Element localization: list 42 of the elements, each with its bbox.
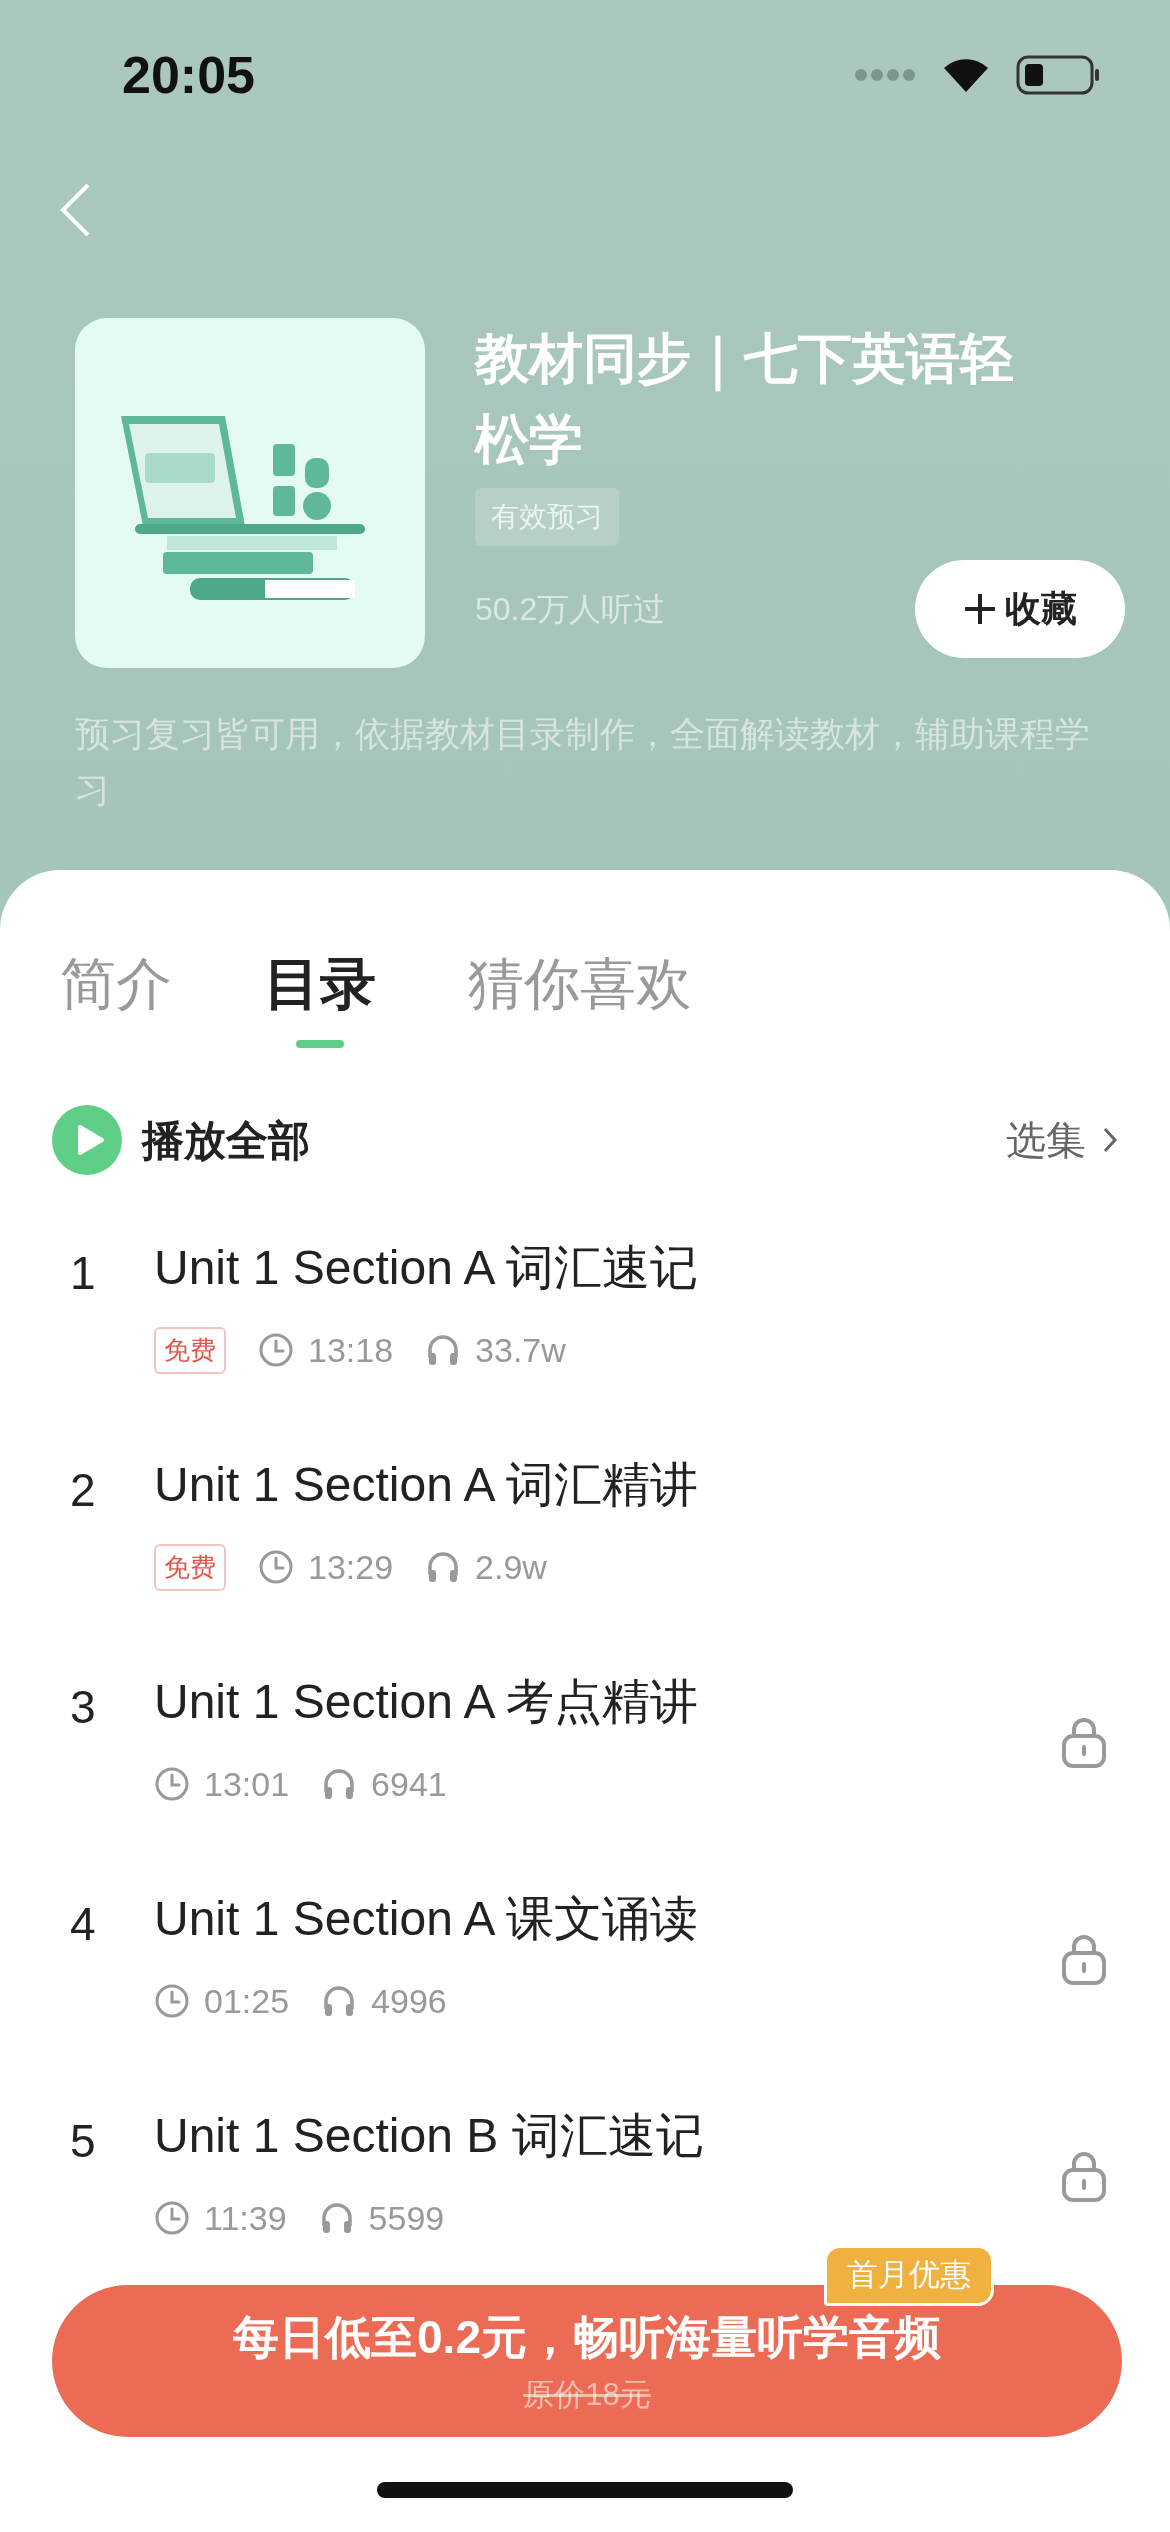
select-episodes-link[interactable]: 选集 <box>1006 1110 1118 1170</box>
plus-icon <box>963 592 997 626</box>
episode-title[interactable]: Unit 1 Section B 词汇速记 <box>154 2107 704 2165</box>
episode-number: 3 <box>69 1680 97 1736</box>
play-count: 33.7w <box>475 1329 566 1371</box>
play-icon[interactable] <box>52 1105 122 1175</box>
episode-number: 4 <box>69 1897 97 1953</box>
chevron-icon <box>1102 1126 1118 1154</box>
play-count: 5599 <box>368 2197 445 2239</box>
status-time: 20:05 <box>122 45 255 106</box>
clock-icon <box>154 1983 190 2020</box>
collect-button[interactable]: 收藏 <box>915 560 1125 658</box>
tab-indicator <box>296 1040 344 1048</box>
clock-icon <box>154 1766 190 1803</box>
clock-icon <box>258 1549 294 1586</box>
course-title: 教材同步｜七下英语轻松学 <box>475 327 1015 471</box>
free-tag: 免费 <box>154 1326 226 1374</box>
episode-title[interactable]: Unit 1 Section A 词汇精讲 <box>154 1456 699 1514</box>
clock-icon <box>258 1332 294 1369</box>
episode-title[interactable]: Unit 1 Section A 课文诵读 <box>154 1890 699 1948</box>
episode-duration: 11:39 <box>204 2197 287 2239</box>
clock-icon <box>154 2200 190 2237</box>
play-count: 6941 <box>371 1763 447 1805</box>
discount-badge: 首月优惠 <box>824 2245 994 2306</box>
tab[interactable]: 目录 <box>264 942 376 1070</box>
play-all-label[interactable]: 播放全部 <box>142 1108 310 1172</box>
episode-duration: 13:18 <box>308 1329 394 1371</box>
battery-icon <box>1016 55 1100 95</box>
episode-duration: 01:25 <box>204 1980 290 2022</box>
episode-duration: 13:29 <box>308 1546 394 1588</box>
back-icon[interactable] <box>58 182 92 238</box>
play-count: 2.9w <box>475 1546 547 1588</box>
episode-number: 2 <box>69 1463 97 1519</box>
episode-number: 5 <box>69 2114 97 2170</box>
episode-number: 1 <box>69 1246 97 1302</box>
episode-title[interactable]: Unit 1 Section A 考点精讲 <box>154 1673 699 1731</box>
original-price: 原价18元 <box>522 2376 652 2415</box>
episode-duration: 13:01 <box>204 1763 290 1805</box>
signal-icon <box>854 68 916 82</box>
free-tag: 免费 <box>154 1543 226 1591</box>
play-count: 4996 <box>371 1980 447 2022</box>
episode-title[interactable]: Unit 1 Section A 词汇速记 <box>154 1239 699 1297</box>
